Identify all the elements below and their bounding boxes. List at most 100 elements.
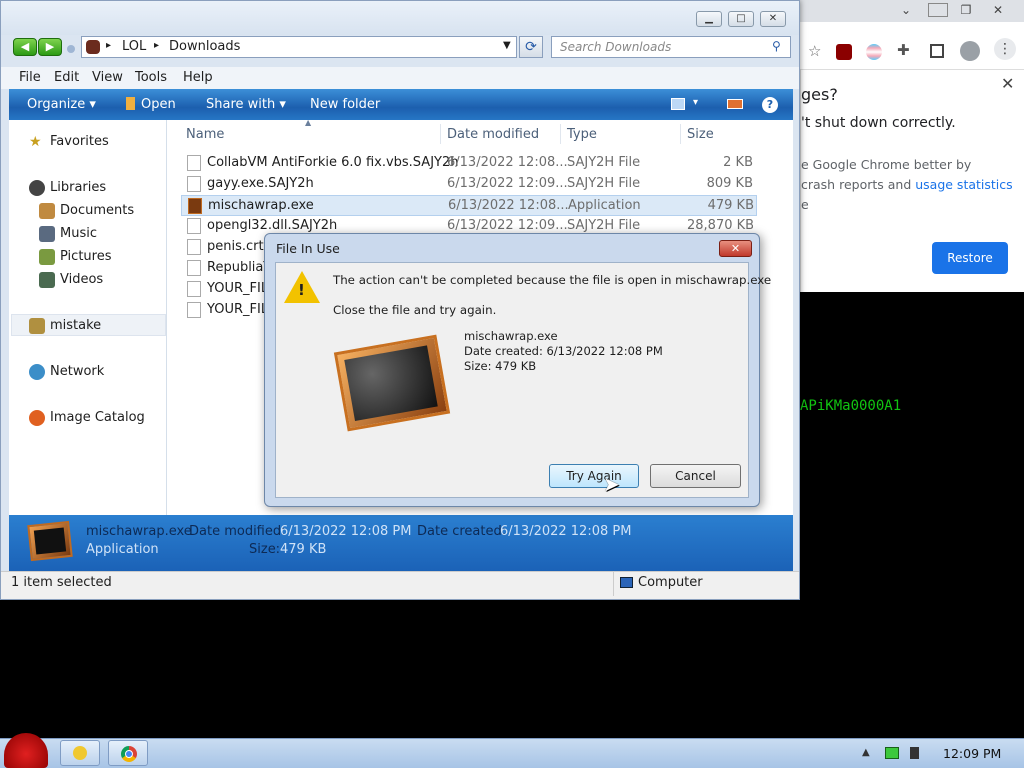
- file-name: mischawrap.exe: [208, 198, 314, 213]
- status-selection: 1 item selected: [11, 575, 112, 590]
- address-dropdown-icon[interactable]: ▼: [503, 40, 511, 51]
- column-date-modified[interactable]: Date modified: [447, 127, 539, 142]
- menu-help[interactable]: Help: [183, 70, 213, 85]
- tray-green-icon[interactable]: [885, 747, 899, 759]
- dialog-hint: Close the file and try again.: [333, 303, 497, 317]
- preview-pane-icon[interactable]: [727, 99, 743, 109]
- nav-music[interactable]: Music: [60, 226, 97, 241]
- minimize-icon[interactable]: [928, 3, 948, 17]
- nav-documents[interactable]: Documents: [60, 203, 134, 218]
- bookmark-star-icon[interactable]: ☆: [808, 42, 821, 60]
- menu-tools[interactable]: Tools: [135, 70, 167, 85]
- menu-view[interactable]: View: [92, 70, 123, 85]
- chrome-taskbar-icon: [121, 746, 137, 762]
- favorites-star-icon: ★: [29, 134, 42, 150]
- puzzle-extensions-icon[interactable]: ✚: [897, 41, 910, 59]
- menu-edit[interactable]: Edit: [54, 70, 79, 85]
- close-icon[interactable]: ✕: [986, 0, 1010, 20]
- file-row[interactable]: CollabVM AntiForkie 6.0 fix.vbs.SAJY2h 6/…: [181, 153, 757, 174]
- videos-icon: [39, 272, 55, 288]
- close-popup-icon[interactable]: ✕: [1001, 74, 1014, 93]
- chrome-menu-icon[interactable]: ⋮: [994, 38, 1016, 60]
- search-icon[interactable]: ⚲: [772, 39, 781, 53]
- chevron-down-icon[interactable]: ⌄: [894, 0, 918, 20]
- view-options-icon[interactable]: [671, 98, 685, 110]
- taskbar-chrome-button[interactable]: [108, 740, 148, 766]
- terminal-text: APiKMa0000A1: [800, 398, 902, 414]
- chrome-icon-center: [125, 750, 133, 758]
- column-size[interactable]: Size: [687, 127, 714, 142]
- file-row[interactable]: mischawrap.exe 6/13/2022 12:08... Applicat…: [181, 195, 757, 216]
- nav-pictures[interactable]: Pictures: [60, 249, 111, 264]
- popup-line1: 't shut down correctly.: [801, 115, 956, 131]
- side-panel-icon[interactable]: [930, 44, 944, 58]
- details-modified: 6/13/2022 12:08 PM: [280, 524, 412, 539]
- tray-expand-icon[interactable]: ▲: [862, 747, 870, 758]
- menu-file[interactable]: File: [19, 70, 41, 85]
- column-name[interactable]: Name: [186, 127, 224, 142]
- address-bar[interactable]: ▸ LOL ▸ Downloads ▼: [81, 36, 517, 58]
- search-input[interactable]: Search Downloads ⚲: [551, 36, 791, 58]
- usage-statistics-link[interactable]: usage statistics: [915, 177, 1012, 192]
- dialog-close-button[interactable]: ✕: [719, 240, 752, 257]
- try-again-button[interactable]: Try Again: [549, 464, 639, 488]
- popup-line3: crash reports and usage statistics: [801, 177, 1013, 192]
- nav-videos[interactable]: Videos: [60, 272, 103, 287]
- breadcrumb-lol[interactable]: LOL: [122, 39, 146, 54]
- back-arrow-icon[interactable]: ◀: [13, 38, 37, 56]
- taskbar-clock[interactable]: 12:09 PM: [943, 746, 1001, 761]
- recent-pages-icon[interactable]: [67, 45, 75, 53]
- mouse-cursor-icon: ➤: [603, 472, 620, 496]
- file-icon: [187, 218, 201, 234]
- profile-avatar[interactable]: [960, 41, 980, 61]
- file-icon: [333, 334, 451, 432]
- restore-window-icon[interactable]: ❐: [954, 0, 978, 20]
- open-label: Open: [141, 97, 176, 112]
- file-size: 479 KB: [707, 198, 754, 213]
- file-icon: [187, 302, 201, 318]
- column-divider: [440, 124, 441, 144]
- file-icon: [187, 260, 201, 276]
- nav-mistake[interactable]: mistake: [50, 318, 101, 333]
- forward-arrow-icon[interactable]: ▶: [38, 38, 62, 56]
- column-divider: [560, 124, 561, 144]
- open-button[interactable]: Open: [126, 97, 176, 112]
- breadcrumb-arrow-icon: ▸: [106, 40, 112, 51]
- cancel-button[interactable]: Cancel: [650, 464, 741, 488]
- file-date: 6/13/2022 12:08...: [448, 198, 569, 213]
- column-type[interactable]: Type: [567, 127, 597, 142]
- pictures-icon: [39, 249, 55, 265]
- file-icon: [187, 281, 201, 297]
- refresh-icon[interactable]: ⟳: [519, 36, 543, 58]
- popup-line4: e: [801, 197, 809, 212]
- restore-button[interactable]: Restore: [932, 242, 1008, 274]
- network-icon: [29, 364, 45, 380]
- extension-flag-icon[interactable]: [866, 44, 882, 60]
- taskbar-explorer-button[interactable]: [60, 740, 100, 766]
- close-button[interactable]: ✕: [760, 11, 786, 27]
- share-with-button[interactable]: Share with ▾: [206, 97, 286, 112]
- nav-image-catalog[interactable]: Image Catalog: [50, 410, 145, 425]
- organize-button[interactable]: Organize ▾: [27, 97, 96, 112]
- maximize-button[interactable]: □: [728, 11, 754, 27]
- breadcrumb-arrow-icon: ▸: [154, 40, 160, 51]
- ublock-extension-icon[interactable]: [836, 44, 852, 60]
- file-row[interactable]: gayy.exe.SAJY2h 6/13/2022 12:09... SAJY2H …: [181, 174, 757, 195]
- folder-bug-icon: [86, 40, 100, 54]
- nav-libraries[interactable]: Libraries: [50, 180, 106, 195]
- music-icon: [39, 226, 55, 242]
- warning-exclamation: !: [298, 281, 305, 299]
- app-thumbnail-icon: [27, 520, 73, 562]
- dialog-message: The action can't be completed because th…: [333, 273, 772, 287]
- speaker-icon[interactable]: [910, 747, 919, 759]
- dialog-body: ! The action can't be completed because …: [275, 262, 771, 498]
- minimize-button[interactable]: ▁: [696, 11, 722, 27]
- file-type: SAJY2H File: [567, 155, 641, 170]
- nav-network[interactable]: Network: [50, 364, 104, 379]
- help-icon[interactable]: ?: [762, 97, 778, 113]
- nav-favorites[interactable]: Favorites: [50, 134, 109, 149]
- new-folder-button[interactable]: New folder: [310, 97, 380, 112]
- details-created-label: Date created:: [417, 524, 507, 539]
- view-dropdown-icon[interactable]: ▾: [693, 97, 698, 108]
- breadcrumb-downloads[interactable]: Downloads: [169, 39, 240, 54]
